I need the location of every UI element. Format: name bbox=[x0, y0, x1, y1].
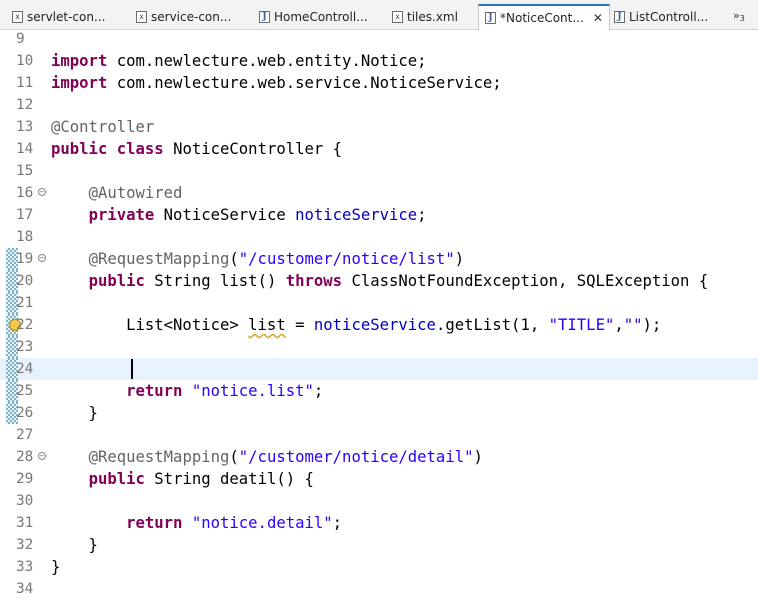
code-text: @RequestMapping("/customer/notice/detail… bbox=[88, 448, 483, 466]
code-text: import com.newlecture.web.entity.Notice; bbox=[51, 52, 427, 70]
xml-file-icon: x bbox=[392, 11, 403, 23]
tab-label: tiles.xml bbox=[407, 10, 458, 24]
line-number: 22 bbox=[16, 317, 34, 333]
code-line[interactable]: 10 import com.newlecture.web.entity.Notic… bbox=[0, 50, 758, 72]
line-number: 23 bbox=[16, 339, 34, 355]
tab-tiles-xml[interactable]: x tiles.xml bbox=[392, 4, 458, 30]
code-line[interactable]: 15 bbox=[0, 160, 758, 182]
fold-collapse-icon[interactable]: − bbox=[38, 452, 46, 460]
code-text: return "notice.list"; bbox=[126, 382, 324, 400]
hidden-tab-count: 3 bbox=[739, 14, 745, 23]
text-cursor bbox=[131, 359, 133, 379]
line-number: 26 bbox=[16, 405, 34, 421]
tab-overflow-button[interactable]: »3 bbox=[733, 9, 745, 23]
code-line[interactable]: 18 bbox=[0, 226, 758, 248]
tab-servlet-context[interactable]: x servlet-con... bbox=[12, 4, 105, 30]
java-file-icon: J bbox=[259, 11, 270, 23]
line-number: 12 bbox=[16, 97, 34, 113]
code-text: List<Notice> list = noticeService.getLis… bbox=[51, 316, 662, 334]
code-line[interactable]: 27 bbox=[0, 424, 758, 446]
line-number: 25 bbox=[16, 383, 34, 399]
java-file-icon: J bbox=[614, 11, 625, 23]
code-line[interactable]: 16− @Autowired bbox=[0, 182, 758, 204]
code-line[interactable]: 13 @Controller bbox=[0, 116, 758, 138]
tab-label: service-con... bbox=[151, 10, 232, 24]
code-line[interactable]: 28− @RequestMapping("/customer/notice/de… bbox=[0, 446, 758, 468]
tab-label: *NoticeCont... bbox=[500, 11, 584, 25]
code-line[interactable]: 29 public String deatil() { bbox=[0, 468, 758, 490]
code-text: @Autowired bbox=[88, 184, 183, 202]
code-text: } bbox=[51, 536, 98, 554]
code-line[interactable]: 30 bbox=[0, 490, 758, 512]
line-number: 17 bbox=[16, 207, 34, 223]
code-line[interactable]: 26 } bbox=[0, 402, 758, 424]
eclipse-editor-window: x servlet-con... x service-con... J Home… bbox=[0, 0, 758, 601]
code-line[interactable]: 20 public String list() throws ClassNotF… bbox=[0, 270, 758, 292]
code-text: public String deatil() { bbox=[88, 470, 314, 488]
code-line[interactable]: 22 List<Notice> list = noticeService.get… bbox=[0, 314, 758, 336]
code-line[interactable]: 25 return "notice.list"; bbox=[0, 380, 758, 402]
line-number: 18 bbox=[16, 229, 34, 245]
code-line[interactable]: 12 bbox=[0, 94, 758, 116]
code-text: private NoticeService noticeService; bbox=[88, 206, 427, 224]
code-line[interactable]: 34 bbox=[0, 578, 758, 600]
line-number: 14 bbox=[16, 141, 34, 157]
code-line[interactable]: 24 bbox=[0, 358, 758, 380]
code-line[interactable]: 17 private NoticeService noticeService; bbox=[0, 204, 758, 226]
code-text: public String list() throws ClassNotFoun… bbox=[88, 272, 709, 290]
editor-tab-bar: x servlet-con... x service-con... J Home… bbox=[0, 0, 758, 30]
code-line[interactable]: 19− @RequestMapping("/customer/notice/li… bbox=[0, 248, 758, 270]
tab-label: HomeControll... bbox=[274, 10, 368, 24]
tab-label: servlet-con... bbox=[27, 10, 106, 24]
code-line[interactable]: 32 } bbox=[0, 534, 758, 556]
line-number: 16 bbox=[16, 185, 34, 201]
tab-service-context[interactable]: x service-con... bbox=[136, 4, 231, 30]
line-number: 24 bbox=[16, 361, 34, 377]
code-text: public class NoticeController { bbox=[51, 140, 343, 158]
code-line[interactable]: 31 return "notice.detail"; bbox=[0, 512, 758, 534]
fold-collapse-icon[interactable]: − bbox=[38, 254, 46, 262]
code-line[interactable]: 21 bbox=[0, 292, 758, 314]
fold-collapse-icon[interactable]: − bbox=[38, 188, 46, 196]
code-editor[interactable]: 9 10 import com.newlecture.web.entity.Noti… bbox=[0, 30, 758, 601]
line-number: 30 bbox=[16, 493, 34, 509]
close-icon[interactable]: ✕ bbox=[593, 11, 603, 25]
code-text: } bbox=[51, 558, 61, 576]
line-number: 28 bbox=[16, 449, 34, 465]
line-number: 19 bbox=[16, 251, 34, 267]
tab-home-controller[interactable]: J HomeControll... bbox=[259, 4, 368, 30]
line-number: 33 bbox=[16, 559, 34, 575]
chevron-double-right-icon: » bbox=[733, 9, 740, 22]
line-number: 34 bbox=[16, 581, 34, 597]
code-line[interactable]: 14 public class NoticeController { bbox=[0, 138, 758, 160]
line-number: 27 bbox=[16, 427, 34, 443]
line-number: 29 bbox=[16, 471, 34, 487]
code-text: return "notice.detail"; bbox=[126, 514, 343, 532]
line-number: 13 bbox=[16, 119, 34, 135]
line-number: 10 bbox=[16, 53, 34, 69]
code-text: @RequestMapping("/customer/notice/list") bbox=[88, 250, 465, 268]
line-number: 9 bbox=[16, 31, 25, 47]
line-number: 11 bbox=[16, 75, 34, 91]
line-number: 32 bbox=[16, 537, 34, 553]
code-text: @Controller bbox=[51, 118, 155, 136]
tab-notice-controller[interactable]: J *NoticeCont... ✕ bbox=[478, 4, 610, 30]
code-line[interactable]: 9 bbox=[0, 28, 758, 50]
tab-label: ListControll... bbox=[629, 10, 709, 24]
code-text: } bbox=[51, 404, 98, 422]
xml-file-icon: x bbox=[12, 11, 23, 23]
code-text: import com.newlecture.web.service.Notice… bbox=[51, 74, 502, 92]
code-line[interactable]: 23 bbox=[0, 336, 758, 358]
line-number: 21 bbox=[16, 295, 34, 311]
xml-file-icon: x bbox=[136, 11, 147, 23]
line-number: 15 bbox=[16, 163, 34, 179]
code-line[interactable]: 11 import com.newlecture.web.service.Noti… bbox=[0, 72, 758, 94]
line-number: 20 bbox=[16, 273, 34, 289]
code-line[interactable]: 33} bbox=[0, 556, 758, 578]
tab-list-controller[interactable]: J ListControll... bbox=[614, 4, 708, 30]
java-file-icon: J bbox=[485, 12, 496, 24]
line-number: 31 bbox=[16, 515, 34, 531]
